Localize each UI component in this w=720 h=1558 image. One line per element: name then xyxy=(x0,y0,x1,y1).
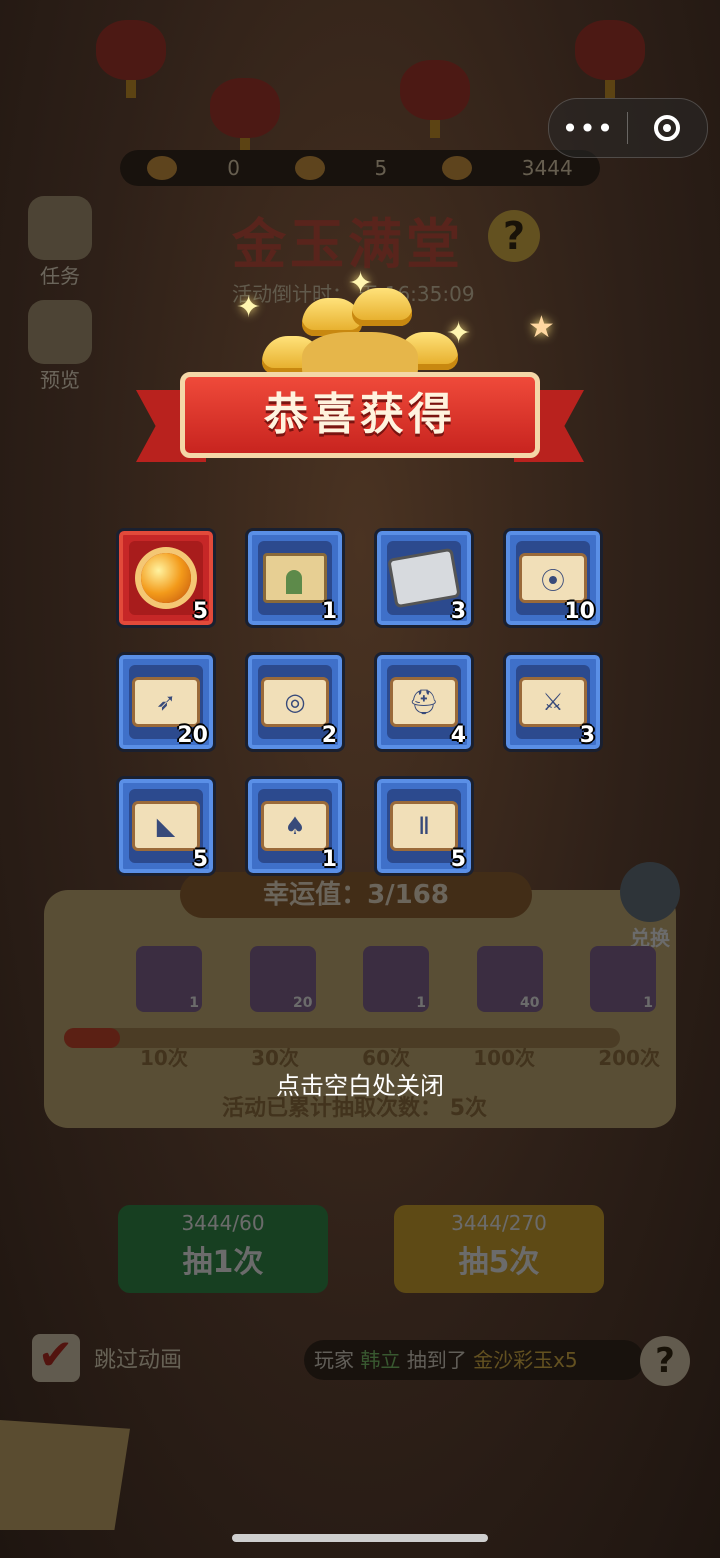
home-indicator[interactable] xyxy=(232,1534,488,1542)
exchange-icon xyxy=(620,862,680,922)
help-button[interactable]: ? xyxy=(488,210,540,262)
preview-icon xyxy=(28,300,92,364)
background-game-screen: 0 5 3444 金玉满堂 ? 活动倒计时： 天 16:35:09 任务 预览 … xyxy=(0,0,720,1558)
reward-item[interactable]: ⚔ 3 xyxy=(503,652,603,752)
target-icon xyxy=(654,115,680,141)
reward-quantity: 1 xyxy=(321,599,337,624)
resource-item: 0 xyxy=(147,156,240,180)
milestone-reward[interactable]: 1 xyxy=(363,946,429,1012)
lantern-decoration xyxy=(575,20,645,98)
sparkle-icon: ✦ xyxy=(236,290,262,325)
progress-fill xyxy=(64,1028,120,1048)
reward-item[interactable]: ➶ 20 xyxy=(116,652,216,752)
skip-animation-checkbox[interactable] xyxy=(32,1330,80,1382)
sword-scroll-icon: ⚔ xyxy=(519,677,587,727)
gold-ingot-icon xyxy=(441,156,472,180)
reward-quantity: 20 xyxy=(177,723,208,748)
reward-quantity: 2 xyxy=(321,723,337,748)
armor-scroll-icon: ♠ xyxy=(261,801,329,851)
draw-5-button[interactable]: 3444/270 抽5次 xyxy=(394,1205,604,1293)
preview-button[interactable]: 预览 xyxy=(24,300,96,393)
skip-animation-toggle[interactable]: 跳过动画 xyxy=(32,1330,183,1382)
ticker-help-button[interactable]: ? xyxy=(640,1336,690,1386)
task-label: 任务 xyxy=(40,264,80,288)
reward-quantity: 10 xyxy=(564,599,595,624)
draw-label: 抽1次 xyxy=(182,1245,264,1280)
draw-cost: 3444/60 xyxy=(181,1211,265,1235)
sparkle-icon: ✦ xyxy=(446,316,472,351)
task-button[interactable]: 任务 xyxy=(24,196,96,289)
milestone-reward[interactable]: 20 xyxy=(249,946,316,1012)
congrats-banner: 恭喜获得 xyxy=(136,360,584,490)
milestone-reward[interactable]: 40 xyxy=(476,946,543,1012)
close-mini-program-button[interactable] xyxy=(628,115,706,141)
reward-quantity: 4 xyxy=(450,723,466,748)
reward-item[interactable]: ♠ 1 xyxy=(245,776,345,876)
reward-item[interactable]: Ⅱ5 xyxy=(374,776,474,876)
boots-scroll-icon: ◣ xyxy=(132,801,200,851)
skip-animation-label: 跳过动画 xyxy=(94,1348,183,1373)
mask-token-icon xyxy=(294,156,325,180)
draw-broadcast-ticker: 玩家 韩立 抽到了 金沙彩玉x5 xyxy=(304,1340,644,1380)
reward-item[interactable]: ◎ 2 xyxy=(245,652,345,752)
star-icon: ★ xyxy=(528,310,555,345)
resource-item: 3444 xyxy=(441,156,573,180)
reward-item[interactable]: 3 xyxy=(374,528,474,628)
red-scroll-icon: ⦿ xyxy=(519,553,587,603)
back-button[interactable] xyxy=(0,1420,130,1530)
bow-scroll-icon: ➶ xyxy=(132,677,200,727)
resource-bar: 0 5 3444 xyxy=(120,150,600,186)
milestone-rewards: 1 20 1 40 1 xyxy=(136,946,656,1012)
preview-label: 预览 xyxy=(40,368,80,392)
reward-quantity: 5 xyxy=(192,599,208,624)
reward-quantity: 1 xyxy=(321,847,337,872)
gate-scroll-icon xyxy=(263,553,327,603)
reward-item[interactable]: 1 xyxy=(245,528,345,628)
sparkle-icon: ✦ xyxy=(348,266,374,301)
resource-item: 5 xyxy=(294,156,387,180)
reward-item[interactable]: ◣ 5 xyxy=(116,776,216,876)
lantern-decoration xyxy=(210,78,280,156)
draw-1-button[interactable]: 3444/60 抽1次 xyxy=(118,1205,328,1293)
exchange-button[interactable]: 兑换 xyxy=(612,862,688,951)
close-hint: 点击空白处关闭 xyxy=(276,1072,444,1100)
milestone-reward[interactable]: 1 xyxy=(590,946,656,1012)
reward-quantity: 5 xyxy=(450,847,466,872)
mini-program-capsule: ••• xyxy=(548,98,708,158)
lantern-decoration xyxy=(96,20,166,98)
reward-quantity: 3 xyxy=(450,599,466,624)
reward-quantity: 3 xyxy=(579,723,595,748)
reward-quantity: 5 xyxy=(192,847,208,872)
scroll-token-icon xyxy=(147,156,178,180)
milestone-reward[interactable]: 1 xyxy=(136,946,202,1012)
helmet-scroll-icon: ⛑ xyxy=(390,677,458,727)
orange-orb-icon xyxy=(141,553,191,603)
reward-popup-screen[interactable]: 0 5 3444 金玉满堂 ? 活动倒计时： 天 16:35:09 任务 预览 … xyxy=(0,0,720,1558)
task-icon xyxy=(28,196,92,260)
reward-item[interactable]: 5 xyxy=(116,528,216,628)
lantern-decoration xyxy=(400,60,470,138)
congrats-title: 恭喜获得 xyxy=(180,372,540,458)
ring-scroll-icon: ◎ xyxy=(261,677,329,727)
luck-value: 幸运值：3/168 xyxy=(180,872,532,918)
reward-item[interactable]: ⦿ 10 xyxy=(503,528,603,628)
reward-item[interactable]: ⛑ 4 xyxy=(374,652,474,752)
more-dots-icon[interactable]: ••• xyxy=(549,112,627,145)
pants-scroll-icon: Ⅱ xyxy=(390,801,458,851)
draw-label: 抽5次 xyxy=(458,1245,540,1280)
draw-cost: 3444/270 xyxy=(451,1211,547,1235)
